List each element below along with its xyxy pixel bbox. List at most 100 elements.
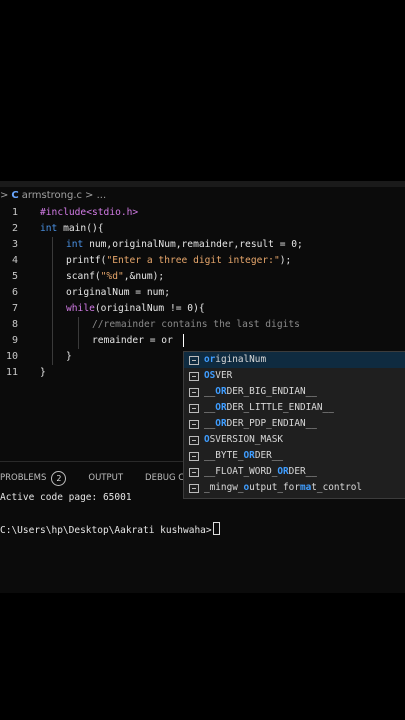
line-number: 2	[11, 223, 18, 234]
suggestion-rest: DER__	[254, 450, 284, 461]
suggestion-match: OS	[204, 370, 216, 381]
code-text: (originalNum != 0){	[94, 303, 205, 314]
breadcrumb-file[interactable]: armstrong.c	[22, 190, 82, 201]
suggestion-match: or	[204, 354, 216, 365]
line-number: 5	[11, 271, 18, 282]
suggestion-item[interactable]: __ OR DER_BIG_ENDIAN__	[184, 384, 405, 400]
code-line-1: #include<stdio.h>	[40, 205, 138, 221]
line-number: 6	[11, 287, 18, 298]
line-number: 11	[5, 367, 18, 378]
suggestion-item[interactable]: __ OR DER_PDP_ENDIAN__	[184, 416, 405, 432]
constant-icon	[189, 435, 199, 445]
suggestion-item[interactable]: O SVERSION_MASK	[184, 432, 405, 448]
terminal-output-line: Active code page: 65001	[0, 492, 132, 503]
suggestion-match: OR	[215, 402, 227, 413]
editor-tab-bar	[0, 181, 405, 187]
variable-icon	[189, 355, 199, 365]
keyword-token: int	[40, 223, 58, 234]
header-token: <stdio.h>	[86, 207, 139, 218]
suggestion-prefix: __	[204, 418, 216, 429]
code-text: );	[279, 255, 292, 266]
code-text: num,originalNum,remainder,result = 0;	[83, 239, 303, 250]
suggestion-rest: DER_PDP_ENDIAN__	[226, 418, 317, 429]
suggestion-match: OR	[215, 418, 227, 429]
suggestion-match: OR	[243, 450, 255, 461]
breadcrumb-separator: >	[0, 189, 9, 201]
indent-guide	[52, 237, 53, 365]
line-number: 4	[11, 255, 18, 266]
string-token: "%d"	[100, 271, 124, 282]
suggestion-item[interactable]: _mingw_ o utput_for ma t_control	[184, 480, 405, 496]
code-line-5: scanf("%d",&num);	[66, 269, 164, 285]
line-number: 3	[11, 239, 18, 250]
suggestion-prefix: __	[204, 386, 216, 397]
constant-icon	[189, 483, 199, 493]
suggestion-item[interactable]: or iginalNum	[184, 352, 405, 368]
keyword-token: int	[66, 239, 84, 250]
suggestion-match: OR	[215, 386, 227, 397]
constant-icon	[189, 419, 199, 429]
line-number: 8	[11, 319, 18, 330]
constant-icon	[189, 403, 199, 413]
string-token: "Enter a three digit integer:"	[106, 255, 280, 266]
suggestion-item[interactable]: __BYTE_ OR DER__	[184, 448, 405, 464]
code-line-2: int main(){	[40, 221, 104, 237]
indent-guide	[78, 317, 79, 349]
code-editor: > C armstrong.c > ... 1 2 3 4 5 6 7 8 9 …	[0, 181, 405, 593]
code-line-7: while(originalNum != 0){	[66, 301, 205, 317]
code-line-3: int num,originalNum,remainder,result = 0…	[66, 237, 303, 253]
terminal-prompt[interactable]: C:\Users\hp\Desktop\Aakrati kushwaha>	[0, 522, 220, 536]
code-text: printf(	[66, 255, 107, 266]
preprocessor-token: #include	[40, 207, 87, 218]
suggestion-prefix: __BYTE_	[204, 450, 244, 461]
line-number: 7	[11, 303, 18, 314]
tab-label: PROBLEMS	[0, 473, 47, 483]
code-line-8: //remainder contains the last digits	[92, 317, 300, 333]
constant-icon	[189, 467, 199, 477]
text-cursor	[183, 334, 184, 347]
suggestion-rest: SVERSION_MASK	[209, 434, 284, 445]
terminal-cursor	[212, 522, 220, 535]
panel-tabs: PROBLEMS 2 OUTPUT DEBUG CO	[0, 470, 213, 486]
breadcrumb-more[interactable]: > ...	[85, 190, 106, 201]
constant-icon	[189, 371, 199, 381]
suggestion-prefix: _mingw_	[204, 482, 244, 493]
suggestion-rest: t_control	[311, 482, 363, 493]
suggestion-match: ma	[299, 482, 312, 493]
suggestion-item[interactable]: __ OR DER_LITTLE_ENDIAN__	[184, 400, 405, 416]
problems-count-badge: 2	[51, 470, 67, 486]
code-text: main(){	[57, 223, 104, 234]
tab-output[interactable]: OUTPUT	[88, 473, 123, 483]
suggestion-item[interactable]: OS VER	[184, 368, 405, 384]
suggestion-rest: iginalNum	[215, 354, 267, 365]
suggestion-rest: DER__	[288, 466, 317, 477]
constant-icon	[189, 387, 199, 397]
suggestion-prefix: __FLOAT_WORD_	[204, 466, 278, 477]
tab-problems[interactable]: PROBLEMS 2	[0, 470, 67, 486]
autocomplete-popup[interactable]: or iginalNum OS VER __ OR DER_BIG_ENDIAN__ _…	[183, 351, 405, 499]
line-number: 10	[5, 351, 18, 362]
code-line-9: remainder = or	[92, 335, 173, 346]
suggestion-rest: utput_for	[249, 482, 300, 493]
code-line-4: printf("Enter a three digit integer:");	[66, 253, 291, 269]
suggestion-rest: VER	[215, 370, 233, 381]
suggestion-prefix: __	[204, 402, 216, 413]
keyword-token: while	[66, 303, 95, 314]
tab-label: OUTPUT	[88, 473, 124, 483]
terminal-prompt-text: C:\Users\hp\Desktop\Aakrati kushwaha>	[0, 525, 212, 536]
code-line-6: originalNum = num;	[66, 287, 170, 298]
c-file-icon: C	[11, 189, 19, 201]
suggestion-rest: DER_BIG_ENDIAN__	[226, 386, 317, 397]
comment-token: //remainder contains the last digits	[92, 319, 300, 330]
line-number: 1	[11, 207, 18, 218]
suggestion-match: OR	[277, 466, 289, 477]
suggestion-rest: DER_LITTLE_ENDIAN__	[226, 402, 334, 413]
suggestion-item[interactable]: __FLOAT_WORD_ OR DER__	[184, 464, 405, 480]
code-line-11: }	[40, 367, 46, 378]
constant-icon	[189, 451, 199, 461]
code-text: scanf(	[66, 271, 101, 282]
code-line-10: }	[66, 351, 72, 362]
breadcrumb: > C armstrong.c > ...	[0, 188, 106, 202]
code-text: ,&num);	[123, 271, 165, 282]
line-number: 9	[11, 335, 18, 346]
